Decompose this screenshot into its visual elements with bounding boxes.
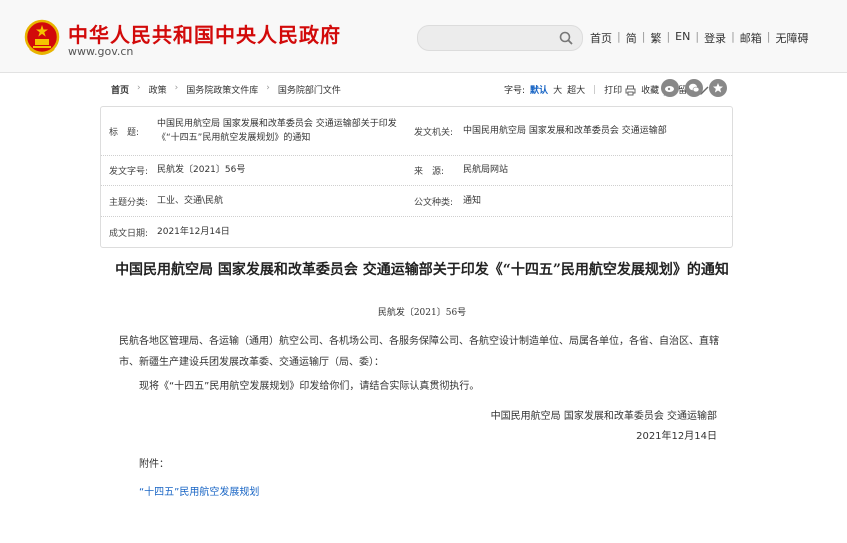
source-value: 民航局网站 bbox=[463, 165, 509, 175]
info-row: 发文字号: 民航发〔2021〕56号 来 源: 民航局网站 bbox=[101, 155, 732, 186]
article-recipients: 民航各地区管理局、各运输（通用）航空公司、各机场公司、各服务保障公司、各航空设计… bbox=[119, 336, 719, 368]
breadcrumb: 首页 › 政策 › 国务院政策文件库 › 国务院部门文件 bbox=[111, 83, 341, 96]
printer-icon bbox=[625, 85, 636, 96]
breadcrumb-policy-library[interactable]: 国务院政策文件库 bbox=[186, 83, 258, 96]
national-emblem-icon[interactable] bbox=[24, 19, 60, 57]
nav-divider: | bbox=[731, 30, 735, 43]
issuer-value: 中国民用航空局 国家发展和改革委员会 交通运输部 bbox=[463, 126, 667, 136]
nav-mail[interactable]: 邮箱 bbox=[740, 30, 762, 46]
site-header: 中华人民共和国中央人民政府 www.gov.cn 首页 | 简 | 繁 | EN | 登… bbox=[0, 0, 847, 73]
tool-divider: | bbox=[593, 84, 597, 95]
search-icon[interactable] bbox=[558, 30, 574, 46]
weibo-icon[interactable] bbox=[661, 79, 679, 97]
date-label: 成文日期: bbox=[109, 229, 149, 239]
issuer-label: 发文机关: bbox=[414, 128, 454, 138]
nav-home[interactable]: 首页 bbox=[590, 30, 612, 46]
docno-label: 发文字号: bbox=[109, 167, 149, 177]
font-size-default[interactable]: 默认 bbox=[530, 83, 548, 96]
topic-label: 主题分类: bbox=[109, 198, 149, 208]
breadcrumb-policy[interactable]: 政策 bbox=[149, 83, 167, 96]
nav-divider: | bbox=[666, 30, 671, 43]
font-size-label: 字号: bbox=[504, 86, 526, 96]
nav-login[interactable]: 登录 bbox=[704, 30, 726, 46]
nav-divider: | bbox=[641, 30, 646, 43]
date-value: 2021年12月14日 bbox=[157, 227, 230, 237]
topic-value: 工业、交通\民航 bbox=[157, 196, 224, 206]
chevron-right-icon: › bbox=[266, 83, 270, 93]
chevron-right-icon: › bbox=[137, 83, 141, 93]
search-input[interactable] bbox=[430, 29, 554, 47]
font-size-xlarge[interactable]: 超大 bbox=[567, 83, 585, 96]
title-value: 中国民用航空局 国家发展和改革委员会 交通运输部关于印发《“十四五”民用航空发展… bbox=[157, 119, 397, 143]
article-docno: 民航发〔2021〕56号 bbox=[377, 308, 467, 318]
star-share-icon[interactable] bbox=[709, 79, 727, 97]
breadcrumb-bar: 首页 › 政策 › 国务院政策文件库 › 国务院部门文件 字号: 默认 大 超大… bbox=[111, 79, 731, 101]
nav-english[interactable]: EN bbox=[675, 30, 690, 46]
attachment-link[interactable]: “十四五”民用航空发展规划 bbox=[139, 482, 259, 503]
info-row: 成文日期: 2021年12月14日 bbox=[101, 216, 732, 246]
article-body: 现将《“十四五”民用航空发展规划》印发给你们，请结合实际认真贯彻执行。 bbox=[139, 381, 480, 392]
font-size-large[interactable]: 大 bbox=[553, 83, 562, 96]
article-title: 中国民用航空局 国家发展和改革委员会 交通运输部关于印发《“十四五”民用航空发展… bbox=[115, 262, 729, 278]
info-row: 主题分类: 工业、交通\民航 公文种类: 通知 bbox=[101, 185, 732, 217]
docno-value: 民航发〔2021〕56号 bbox=[157, 165, 246, 175]
info-row: 标 题: 中国民用航空局 国家发展和改革委员会 交通运输部关于印发《“十四五”民… bbox=[101, 107, 732, 156]
source-label: 来 源: bbox=[414, 167, 445, 177]
attachment-label: 附件： bbox=[139, 459, 169, 470]
nav-simplified[interactable]: 简 bbox=[626, 30, 637, 46]
print-label: 打印 bbox=[604, 86, 623, 96]
site-url: www.gov.cn bbox=[68, 45, 134, 58]
nav-accessibility[interactable]: 无障碍 bbox=[776, 30, 809, 46]
breadcrumb-home[interactable]: 首页 bbox=[111, 83, 129, 96]
top-nav: 首页 | 简 | 繁 | EN | 登录 | 邮箱 | 无障碍 bbox=[590, 30, 809, 46]
print-button[interactable]: 打印 bbox=[604, 83, 636, 96]
wechat-icon[interactable] bbox=[685, 79, 703, 97]
chevron-right-icon: › bbox=[174, 83, 179, 93]
nav-divider: | bbox=[766, 30, 771, 43]
article-signature: 中国民用航空局 国家发展和改革委员会 交通运输部 bbox=[490, 411, 717, 422]
nav-divider: | bbox=[617, 30, 621, 43]
nav-divider: | bbox=[695, 30, 700, 43]
share-icons bbox=[655, 79, 727, 97]
title-label: 标 题: bbox=[109, 128, 140, 138]
nav-traditional[interactable]: 繁 bbox=[650, 30, 661, 46]
article-date: 2021年12月14日 bbox=[636, 431, 717, 442]
site-title[interactable]: 中华人民共和国中央人民政府 bbox=[68, 19, 341, 48]
breadcrumb-dept-docs[interactable]: 国务院部门文件 bbox=[278, 83, 341, 96]
category-value: 通知 bbox=[463, 196, 482, 206]
search-box bbox=[417, 25, 583, 51]
document-info-box: 标 题: 中国民用航空局 国家发展和改革委员会 交通运输部关于印发《“十四五”民… bbox=[100, 106, 733, 248]
category-label: 公文种类: bbox=[414, 198, 454, 208]
